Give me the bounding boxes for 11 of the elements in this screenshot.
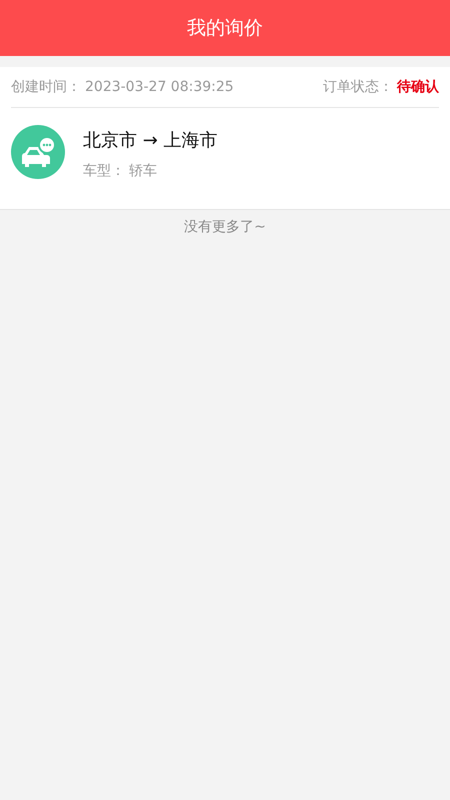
car-type-label: 车型：	[83, 162, 125, 180]
created-label: 创建时间：	[11, 78, 81, 96]
car-chat-icon	[11, 125, 65, 179]
car-type: 轿车	[129, 162, 157, 180]
status-label: 订单状态：	[323, 78, 393, 96]
order-card[interactable]: 创建时间： 2023-03-27 08:39:25 订单状态： 待确认 北京市 → 上海市 车型： 轿车	[0, 67, 450, 210]
no-more-text: 没有更多了~	[183, 218, 267, 236]
route-text: 北京市 → 上海市	[83, 129, 218, 152]
created-time: 2023-03-27 08:39:25	[85, 79, 234, 95]
order-status: 待确认	[397, 78, 439, 96]
page-title: 我的询价	[187, 16, 263, 41]
